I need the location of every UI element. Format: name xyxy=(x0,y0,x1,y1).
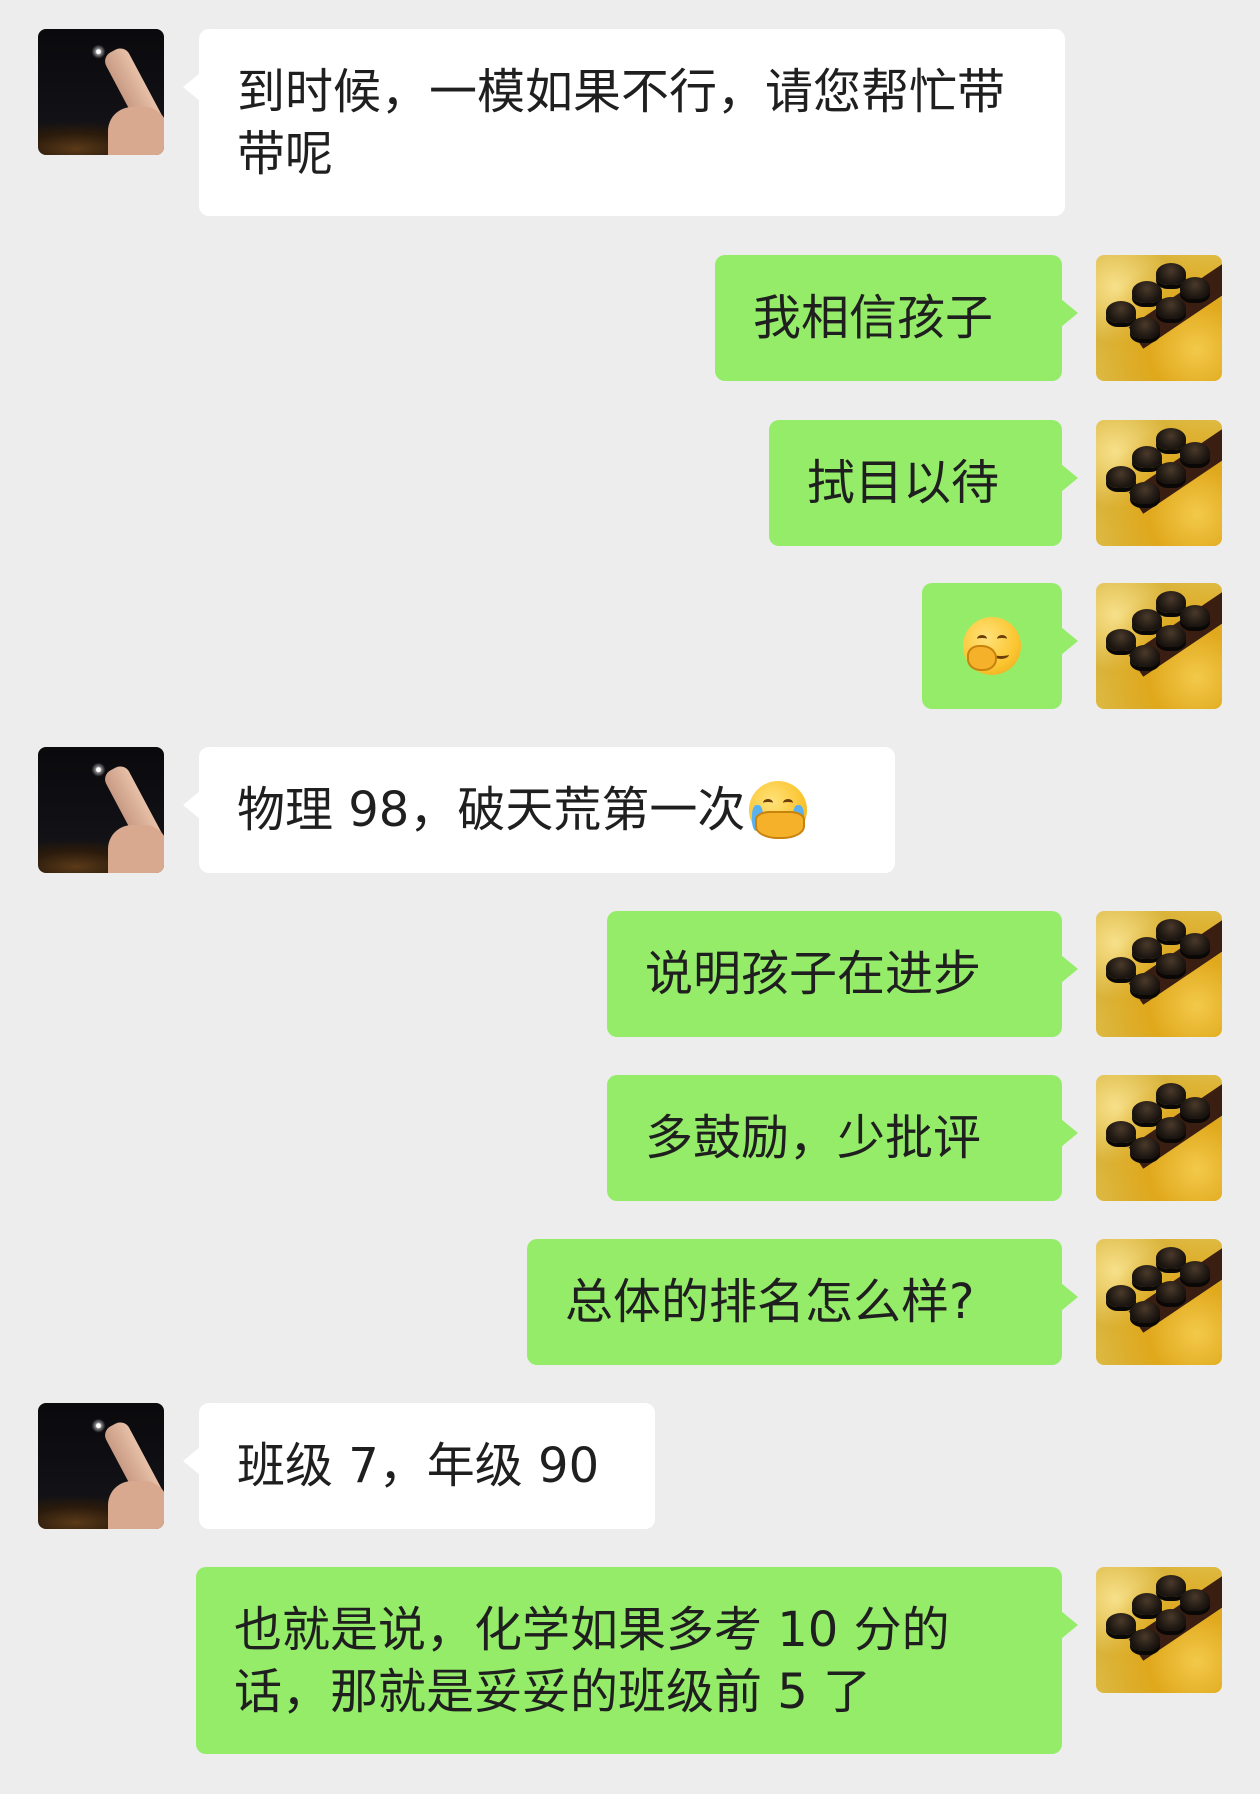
message-text: 物理 98，破天荒第一次 xyxy=(237,782,746,838)
crying-face-emoji-icon xyxy=(749,781,808,839)
message-bubble[interactable]: 拭目以待 xyxy=(769,420,1078,546)
message-text: 多鼓励，少批评 xyxy=(645,1110,982,1166)
contact-avatar[interactable] xyxy=(38,29,164,155)
contact-avatar[interactable] xyxy=(38,1403,164,1529)
my-avatar[interactable] xyxy=(1096,1567,1222,1693)
message-text: 到时候，一模如果不行，请您帮忙带带呢 xyxy=(237,63,1006,182)
my-avatar[interactable] xyxy=(1096,420,1222,546)
hand-over-mouth-emoji-icon xyxy=(963,617,1021,675)
my-avatar[interactable] xyxy=(1096,583,1222,709)
message-text: 拭目以待 xyxy=(807,455,1000,511)
my-avatar[interactable] xyxy=(1096,1075,1222,1201)
message-text: 说明孩子在进步 xyxy=(645,946,982,1002)
message-bubble[interactable]: 总体的排名怎么样? xyxy=(527,1239,1078,1365)
message-text: 也就是说，化学如果多考 10 分的话，那就是妥妥的班级前 5 了 xyxy=(234,1601,950,1720)
contact-avatar[interactable] xyxy=(38,747,164,873)
message-bubble[interactable] xyxy=(922,583,1078,709)
my-avatar[interactable] xyxy=(1096,911,1222,1037)
my-avatar[interactable] xyxy=(1096,255,1222,381)
chat-message-list[interactable]: 到时候，一模如果不行，请您帮忙带带呢 我相信孩子 拭目以待 物理 98，破天荒第… xyxy=(0,0,1260,1794)
message-text: 我相信孩子 xyxy=(753,290,994,346)
message-bubble[interactable]: 也就是说，化学如果多考 10 分的话，那就是妥妥的班级前 5 了 xyxy=(196,1567,1078,1754)
message-bubble[interactable]: 我相信孩子 xyxy=(715,255,1078,381)
message-bubble[interactable]: 多鼓励，少批评 xyxy=(607,1075,1078,1201)
message-text: 总体的排名怎么样? xyxy=(565,1274,975,1330)
message-bubble[interactable]: 物理 98，破天荒第一次 xyxy=(183,747,895,873)
message-text: 班级 7，年级 90 xyxy=(237,1438,600,1494)
my-avatar[interactable] xyxy=(1096,1239,1222,1365)
message-bubble[interactable]: 说明孩子在进步 xyxy=(607,911,1078,1037)
message-bubble[interactable]: 班级 7，年级 90 xyxy=(183,1403,655,1529)
message-bubble[interactable]: 到时候，一模如果不行，请您帮忙带带呢 xyxy=(183,29,1065,216)
